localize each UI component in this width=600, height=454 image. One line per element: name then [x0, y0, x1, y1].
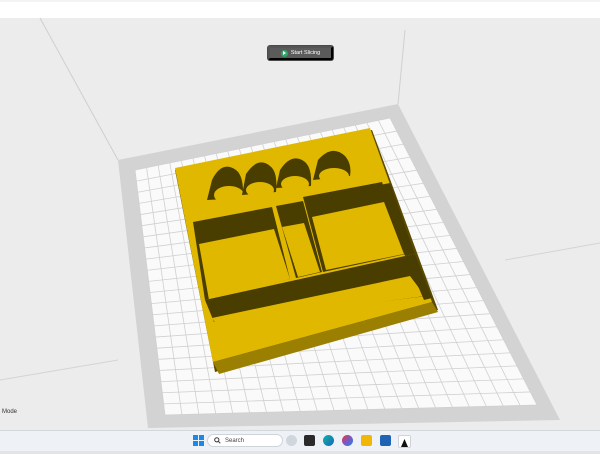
taskbar: Search [0, 430, 600, 451]
room-edge-line [39, 18, 119, 161]
room-edge-line [397, 29, 406, 105]
slicer-app-icon[interactable] [398, 435, 411, 448]
room-edge-line [504, 242, 600, 261]
task-view-icon[interactable] [304, 435, 315, 446]
title-bar [0, 0, 600, 19]
store-icon[interactable] [380, 435, 391, 446]
play-icon [280, 49, 288, 57]
3d-viewport[interactable]: Start Slicing [0, 18, 600, 430]
mode-label: Mode [2, 409, 18, 415]
headset-icon[interactable] [286, 435, 297, 446]
search-placeholder: Search [225, 437, 245, 444]
scene-svg[interactable] [0, 18, 600, 430]
start-slicing-label: Start Slicing [290, 50, 321, 56]
edge-icon[interactable] [323, 435, 334, 446]
windows-start-icon[interactable] [193, 435, 204, 446]
search-icon [214, 437, 221, 444]
file-explorer-icon[interactable] [361, 435, 372, 446]
copilot-icon[interactable] [342, 435, 353, 446]
taskbar-search-box[interactable]: Search [207, 434, 283, 447]
title-bar-accent [0, 0, 600, 2]
start-slicing-button[interactable]: Start Slicing [268, 46, 333, 60]
slicer-logo-icon [401, 439, 408, 447]
room-edge-line [0, 359, 119, 381]
